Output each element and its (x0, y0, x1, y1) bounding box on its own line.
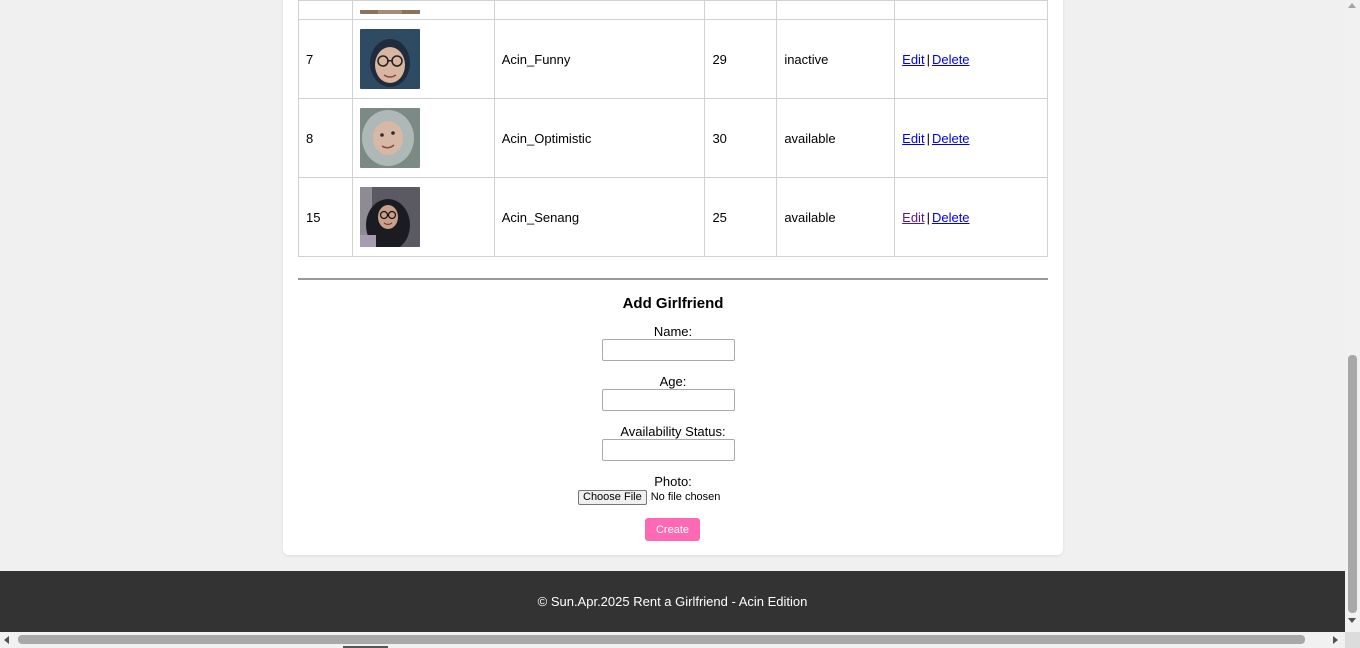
id-cell: 7 (298, 19, 353, 99)
create-button[interactable]: Create (645, 518, 700, 541)
scroll-down-icon[interactable] (1348, 618, 1356, 623)
photo-file-input: Choose File No file chosen (578, 489, 720, 505)
name-cell (493, 0, 706, 20)
status-cell: available (776, 98, 896, 178)
action-separator: | (926, 130, 930, 146)
actions-cell: Edit | Delete (894, 98, 1048, 178)
footer-text: © Sun.Apr.2025 Rent a Girlfriend - Acin … (537, 594, 808, 609)
status-cell (776, 0, 896, 20)
choose-file-button[interactable]: Choose File (578, 489, 647, 505)
no-file-text: No file chosen (650, 491, 721, 503)
page-viewport: 7 Acin_Funny 29 inactive Edit | Delete 8… (0, 0, 1345, 632)
actions-cell: Edit | Delete (894, 19, 1048, 99)
id-cell: 15 (298, 177, 353, 257)
age-label: Age: (659, 374, 687, 389)
photo-thumbnail (359, 187, 420, 247)
name-input[interactable] (602, 339, 735, 361)
table-row: 8 Acin_Optimistic 30 available Edit | De… (298, 98, 1048, 178)
photo-cell (351, 0, 495, 20)
vertical-scrollbar[interactable] (1345, 0, 1360, 632)
name-label: Name: (653, 324, 693, 339)
scroll-up-icon[interactable] (1348, 3, 1356, 8)
edit-link[interactable]: Edit (902, 131, 924, 146)
name-cell: Acin_Optimistic (493, 98, 706, 178)
age-cell: 30 (704, 98, 778, 178)
actions-cell: Edit | Delete (894, 177, 1048, 257)
availability-status-label: Availability Status: (620, 424, 726, 439)
age-input[interactable] (602, 389, 735, 411)
photo-cell (351, 19, 495, 99)
photo-cell (351, 98, 495, 178)
girlfriend-table: 7 Acin_Funny 29 inactive Edit | Delete 8… (298, 0, 1048, 257)
age-cell (704, 0, 778, 20)
photo-thumbnail (359, 108, 420, 168)
form-title: Add Girlfriend (622, 295, 724, 312)
delete-link[interactable]: Delete (932, 131, 970, 146)
vertical-scroll-thumb[interactable] (1348, 355, 1357, 613)
horizontal-scrollbar[interactable] (0, 632, 1345, 648)
action-separator: | (926, 209, 930, 225)
name-cell: Acin_Senang (493, 177, 706, 257)
photo-label: Photo: (654, 474, 692, 489)
id-cell (298, 0, 353, 20)
photo-thumbnail (359, 6, 420, 14)
delete-link[interactable]: Delete (932, 210, 970, 225)
section-divider (298, 278, 1048, 280)
age-cell: 29 (704, 19, 778, 99)
table-row (298, 0, 1048, 20)
actions-cell (894, 0, 1048, 20)
availability-status-input[interactable] (602, 439, 735, 461)
scrollbar-corner (1345, 632, 1360, 648)
age-cell: 25 (704, 177, 778, 257)
table-row: 15 Acin_Senang 25 available Edit | Delet… (298, 177, 1048, 257)
status-cell: inactive (776, 19, 896, 99)
edit-link[interactable]: Edit (902, 52, 924, 67)
photo-cell (351, 177, 495, 257)
delete-link[interactable]: Delete (932, 52, 970, 67)
photo-thumbnail (359, 29, 420, 89)
edit-link[interactable]: Edit (902, 210, 924, 225)
scroll-left-icon[interactable] (4, 636, 9, 644)
footer: © Sun.Apr.2025 Rent a Girlfriend - Acin … (0, 571, 1345, 632)
action-separator: | (926, 51, 930, 67)
scroll-right-icon[interactable] (1333, 636, 1338, 644)
horizontal-scroll-thumb[interactable] (18, 635, 1305, 644)
id-cell: 8 (298, 98, 353, 178)
table-row: 7 Acin_Funny 29 inactive Edit | Delete (298, 19, 1048, 99)
status-cell: available (776, 177, 896, 257)
name-cell: Acin_Funny (493, 19, 706, 99)
content-card: 7 Acin_Funny 29 inactive Edit | Delete 8… (283, 0, 1063, 555)
